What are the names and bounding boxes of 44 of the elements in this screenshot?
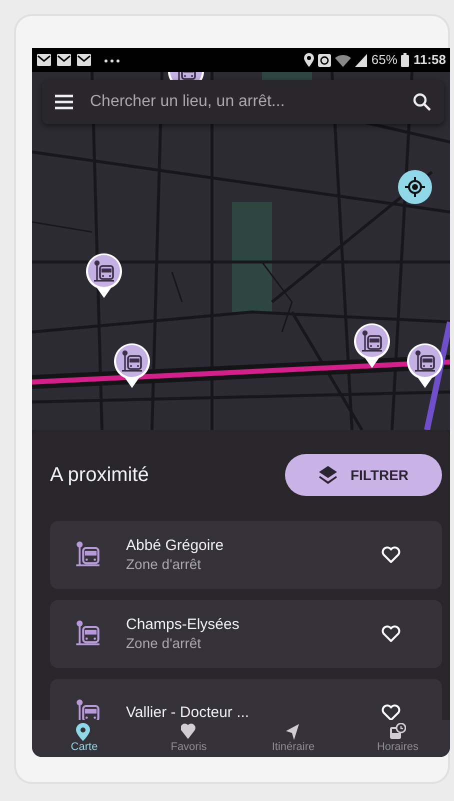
mail-icon	[36, 52, 52, 68]
search-icon	[412, 92, 432, 112]
bus-clock-icon	[390, 723, 406, 742]
navigation-arrow-icon	[285, 723, 302, 742]
nav-tab[interactable]: Carte	[32, 720, 136, 757]
crosshair-icon	[405, 177, 425, 197]
stop-type: Zone d'arrêt	[126, 634, 202, 652]
favorite-button[interactable]	[380, 703, 402, 720]
bus-stop-pin-icon	[406, 342, 444, 388]
stop-name: Abbé Grégoire	[126, 536, 225, 556]
section-title: A proximité	[50, 463, 149, 488]
stop-card[interactable]: Champs-Elysées Zone d'arrêt	[50, 600, 442, 668]
bus-stop-icon	[76, 699, 102, 720]
stop-name: Vallier - Docteur ...	[126, 704, 250, 720]
stop-name: Champs-Elysées	[126, 616, 240, 635]
bus-stop-pin-icon	[113, 342, 151, 388]
mail-icon	[76, 52, 92, 68]
stop-type: Zone d'arrêt	[126, 556, 202, 574]
wifi-icon	[335, 54, 352, 66]
favorite-button[interactable]	[380, 624, 402, 644]
favorite-button[interactable]	[380, 545, 402, 565]
bus-stop-pin-icon	[353, 322, 391, 368]
clock-text: 11:58	[413, 51, 446, 70]
nav-tab[interactable]: Favoris	[136, 720, 241, 757]
bus-stop-pin-icon	[85, 252, 123, 298]
bus-stop-icon	[76, 620, 102, 648]
filter-button[interactable]: FILTRER	[285, 454, 442, 496]
mail-icon	[56, 52, 72, 68]
search-bar[interactable]: Chercher un lieu, un arrêt...	[42, 80, 444, 124]
nav-tab[interactable]: Itinéraire	[241, 720, 346, 757]
heart-icon	[180, 723, 197, 742]
more-icon	[104, 58, 120, 63]
battery-text: 65%	[371, 51, 398, 70]
signal-icon	[355, 54, 368, 66]
location-pin-icon	[304, 53, 314, 67]
menu-icon	[54, 94, 74, 110]
map-pin-icon	[76, 723, 92, 742]
stop-card[interactable]: Vallier - Docteur ...	[50, 679, 442, 720]
stop-card[interactable]: Abbé Grégoire Zone d'arrêt	[50, 521, 442, 589]
search-field[interactable]: Chercher un lieu, un arrêt...	[88, 89, 398, 115]
battery-icon	[401, 53, 410, 67]
layers-icon	[318, 465, 338, 485]
bus-stop-icon	[76, 541, 102, 569]
nav-tab[interactable]: Horaires	[346, 720, 450, 757]
